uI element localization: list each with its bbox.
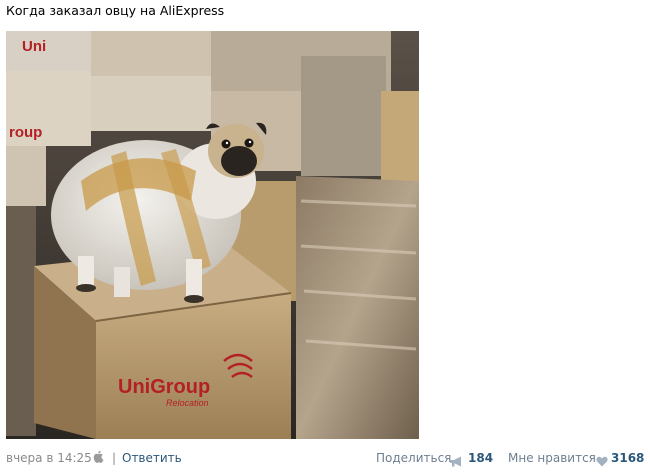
apple-icon — [93, 449, 104, 469]
box-sub-text: Relocation — [166, 398, 209, 408]
reply-link[interactable]: Ответить — [122, 448, 182, 468]
svg-text:Uni: Uni — [22, 38, 46, 55]
share-count[interactable]: 184 — [468, 448, 493, 468]
post-date[interactable]: вчера в 14:25 — [6, 448, 92, 468]
post-text: Когда заказал овцу на AliExpress — [6, 3, 225, 18]
heart-icon[interactable] — [596, 453, 608, 473]
post-photo[interactable]: Uni roup UniGroup Relocation — [6, 31, 419, 439]
like-count[interactable]: 3168 — [611, 448, 644, 468]
svg-text:roup: roup — [9, 124, 42, 141]
post-footer: вчера в 14:25 | Ответить Поделиться 184 … — [0, 448, 650, 468]
share-label[interactable]: Поделиться — [376, 448, 451, 468]
box-brand-text: UniGroup — [118, 376, 210, 398]
separator: | — [112, 451, 117, 465]
like-label[interactable]: Мне нравится — [508, 448, 596, 468]
megaphone-icon[interactable] — [449, 453, 464, 473]
photo-image: Uni roup UniGroup Relocation — [6, 31, 419, 439]
